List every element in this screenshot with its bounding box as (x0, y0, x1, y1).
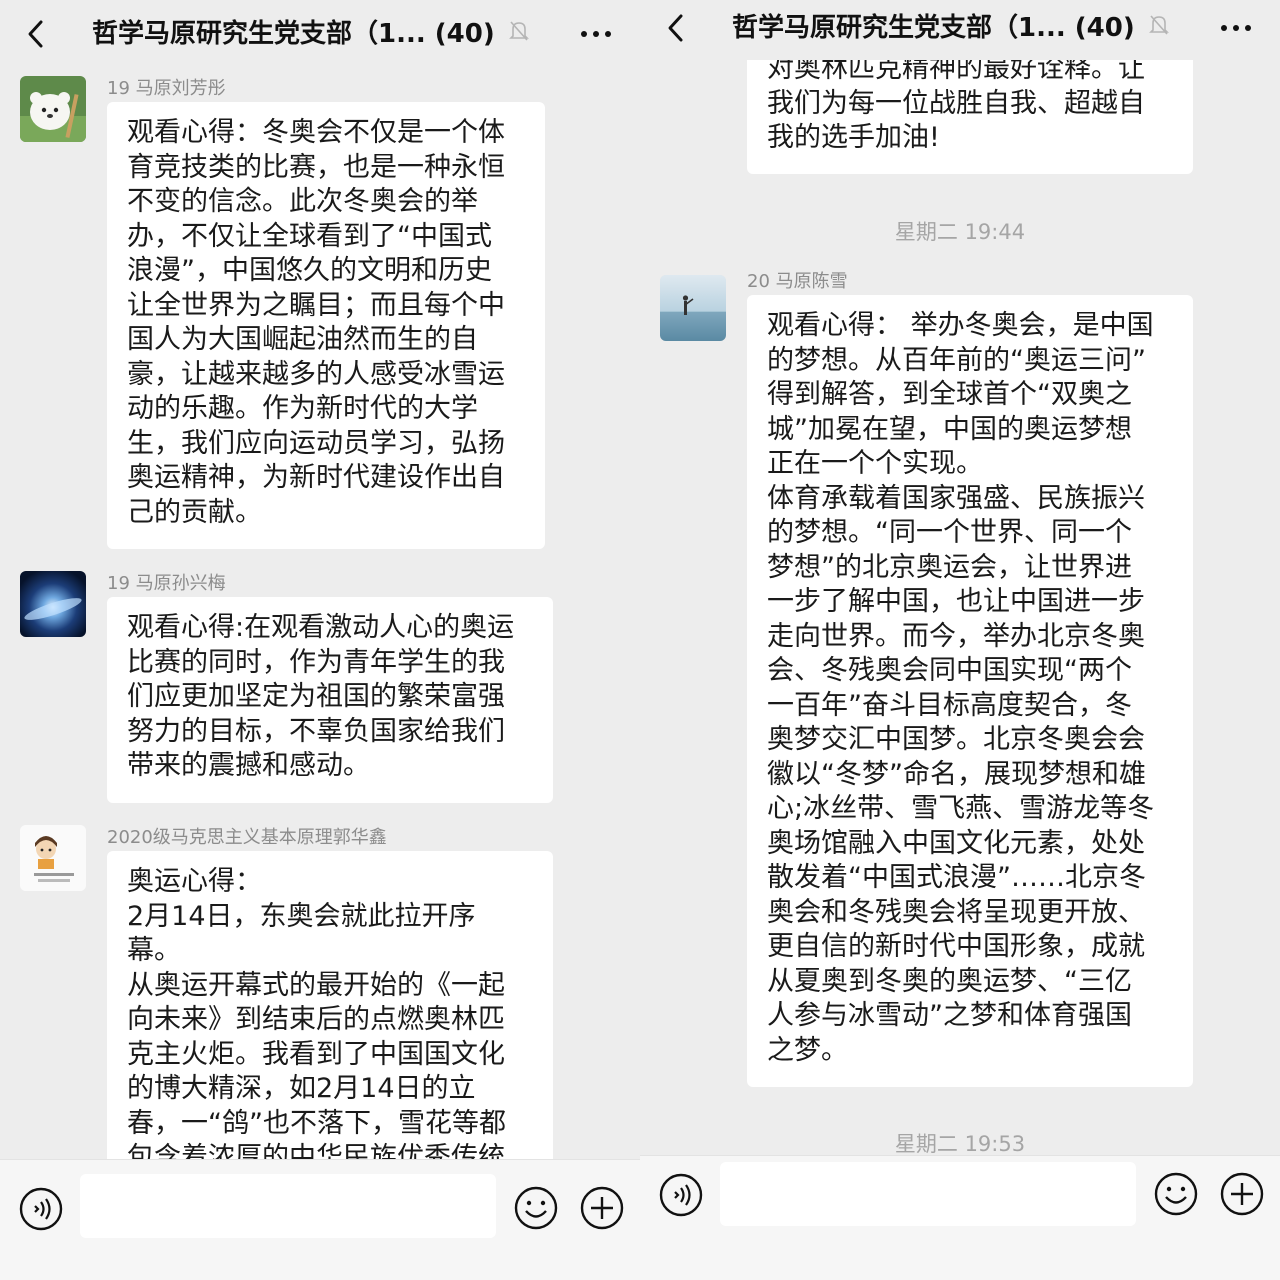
chat-title-text: 哲学马原研究生党支部（1... (40) (92, 19, 495, 49)
plus-circle-icon[interactable] (1218, 1170, 1266, 1218)
chevron-left-icon[interactable] (22, 16, 50, 52)
timestamp: 星期二 19:44 (894, 220, 1026, 244)
cartoon-girl-avatar[interactable] (20, 825, 86, 891)
message-input[interactable] (80, 1174, 496, 1238)
voice-icon[interactable] (658, 1172, 704, 1218)
beach-person-avatar[interactable] (660, 275, 726, 341)
sender-name: 19 马原刘芳彤 (107, 78, 226, 99)
message-bubble[interactable]: 观看心得： 举办冬奥会，是中国 的梦想。从百年前的“奥运三问” 得到解答，到全球… (747, 295, 1193, 1087)
message-list[interactable]: 19 马原刘芳彤 观看心得：冬奥会不仅是一个体 育竞技类的比赛，也是一种永恒 不… (0, 0, 640, 1160)
chat-title: 哲学马原研究生党支部（1... (40) (732, 8, 1170, 48)
chat-header: 哲学马原研究生党支部（1... (40) (640, 0, 1280, 60)
sender-name: 20 马原陈雪 (747, 271, 848, 292)
ellipsis-icon[interactable] (578, 22, 614, 46)
chat-title: 哲学马原研究生党支部（1... (40) (92, 14, 530, 54)
voice-icon[interactable] (18, 1186, 64, 1232)
sender-name: 19 马原孙兴梅 (107, 573, 226, 594)
cartoon-cat-avatar[interactable] (20, 76, 86, 142)
message-bubble[interactable]: 观看心得：冬奥会不仅是一个体 育竞技类的比赛，也是一种永恒 不变的信念。此次冬奥… (107, 102, 545, 549)
sender-name: 2020级马克思主义基本原理郭华鑫 (107, 827, 387, 848)
bell-off-icon (1148, 9, 1170, 49)
smiley-icon[interactable] (512, 1184, 560, 1232)
ellipsis-icon[interactable] (1218, 16, 1254, 40)
message-list[interactable]: 对奥林匹克精神的最好诠释。让 我们为每一位战胜自我、超越自 我的选手加油! 星期… (640, 0, 1280, 1160)
message-input[interactable] (720, 1162, 1136, 1226)
plus-circle-icon[interactable] (578, 1184, 626, 1232)
message-bubble[interactable]: 奥运心得： 2月14日，东奥会就此拉开序 幕。 从奥运开幕式的最开始的《一起 向… (107, 851, 553, 1160)
chat-panel-left: 19 马原刘芳彤 观看心得：冬奥会不仅是一个体 育竞技类的比赛，也是一种永恒 不… (0, 0, 640, 1280)
timestamp: 星期二 19:53 (894, 1132, 1026, 1156)
chat-header: 哲学马原研究生党支部（1... (40) (0, 0, 640, 68)
bell-off-icon (508, 15, 530, 55)
chevron-left-icon[interactable] (662, 10, 690, 46)
message-bubble[interactable]: 观看心得:在观看激动人心的奥运 比赛的同时，作为青年学生的我 们应更加坚定为祖国… (107, 597, 553, 803)
input-bar (0, 1159, 640, 1280)
chat-title-text: 哲学马原研究生党支部（1... (40) (732, 13, 1135, 43)
smiley-icon[interactable] (1152, 1170, 1200, 1218)
chat-panel-right: 对奥林匹克精神的最好诠释。让 我们为每一位战胜自我、超越自 我的选手加油! 星期… (640, 0, 1280, 1280)
galaxy-avatar[interactable] (20, 571, 86, 637)
input-bar (640, 1155, 1280, 1280)
